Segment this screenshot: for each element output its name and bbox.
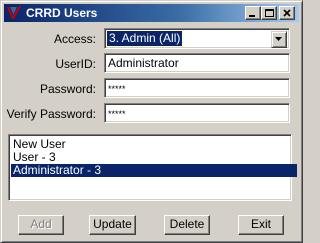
chevron-down-icon	[275, 37, 282, 41]
window-title: CRRD Users	[26, 6, 98, 20]
title-bar[interactable]: CRRD Users	[4, 4, 299, 22]
verify-password-field[interactable]: *****	[104, 103, 290, 123]
delete-button[interactable]: Delete	[164, 215, 210, 235]
userid-value: Administrator	[108, 56, 179, 70]
access-selected-value: 3. Admin (All)	[105, 30, 184, 47]
verify-password-value: *****	[108, 109, 126, 119]
password-label: Password:	[39, 82, 96, 96]
minimize-icon	[249, 15, 255, 17]
list-item-selected[interactable]: Administrator - 3	[11, 164, 297, 177]
access-select[interactable]: 3. Admin (All)	[104, 28, 290, 49]
maximize-button[interactable]	[261, 6, 277, 20]
users-listbox[interactable]: New User User - 3 Administrator - 3	[8, 134, 297, 201]
crrd-logo-icon[interactable]	[6, 5, 22, 21]
userid-field[interactable]: Administrator	[104, 53, 290, 73]
crrd-users-window: CRRD Users Access: 3. Admin (All) UserID…	[0, 0, 303, 243]
access-label: Access:	[53, 32, 96, 46]
password-field[interactable]: *****	[104, 78, 290, 98]
minimize-button[interactable]	[245, 6, 261, 20]
access-dropdown-button[interactable]	[271, 31, 287, 48]
add-button[interactable]: Add	[18, 215, 64, 235]
close-icon	[283, 9, 291, 17]
maximize-icon	[265, 9, 274, 17]
verify-password-label: Verify Password:	[6, 107, 96, 121]
close-button[interactable]	[279, 6, 295, 20]
update-button[interactable]: Update	[89, 215, 136, 235]
password-value: *****	[108, 84, 126, 94]
exit-button[interactable]: Exit	[238, 215, 284, 235]
userid-label: UserID:	[55, 57, 96, 71]
